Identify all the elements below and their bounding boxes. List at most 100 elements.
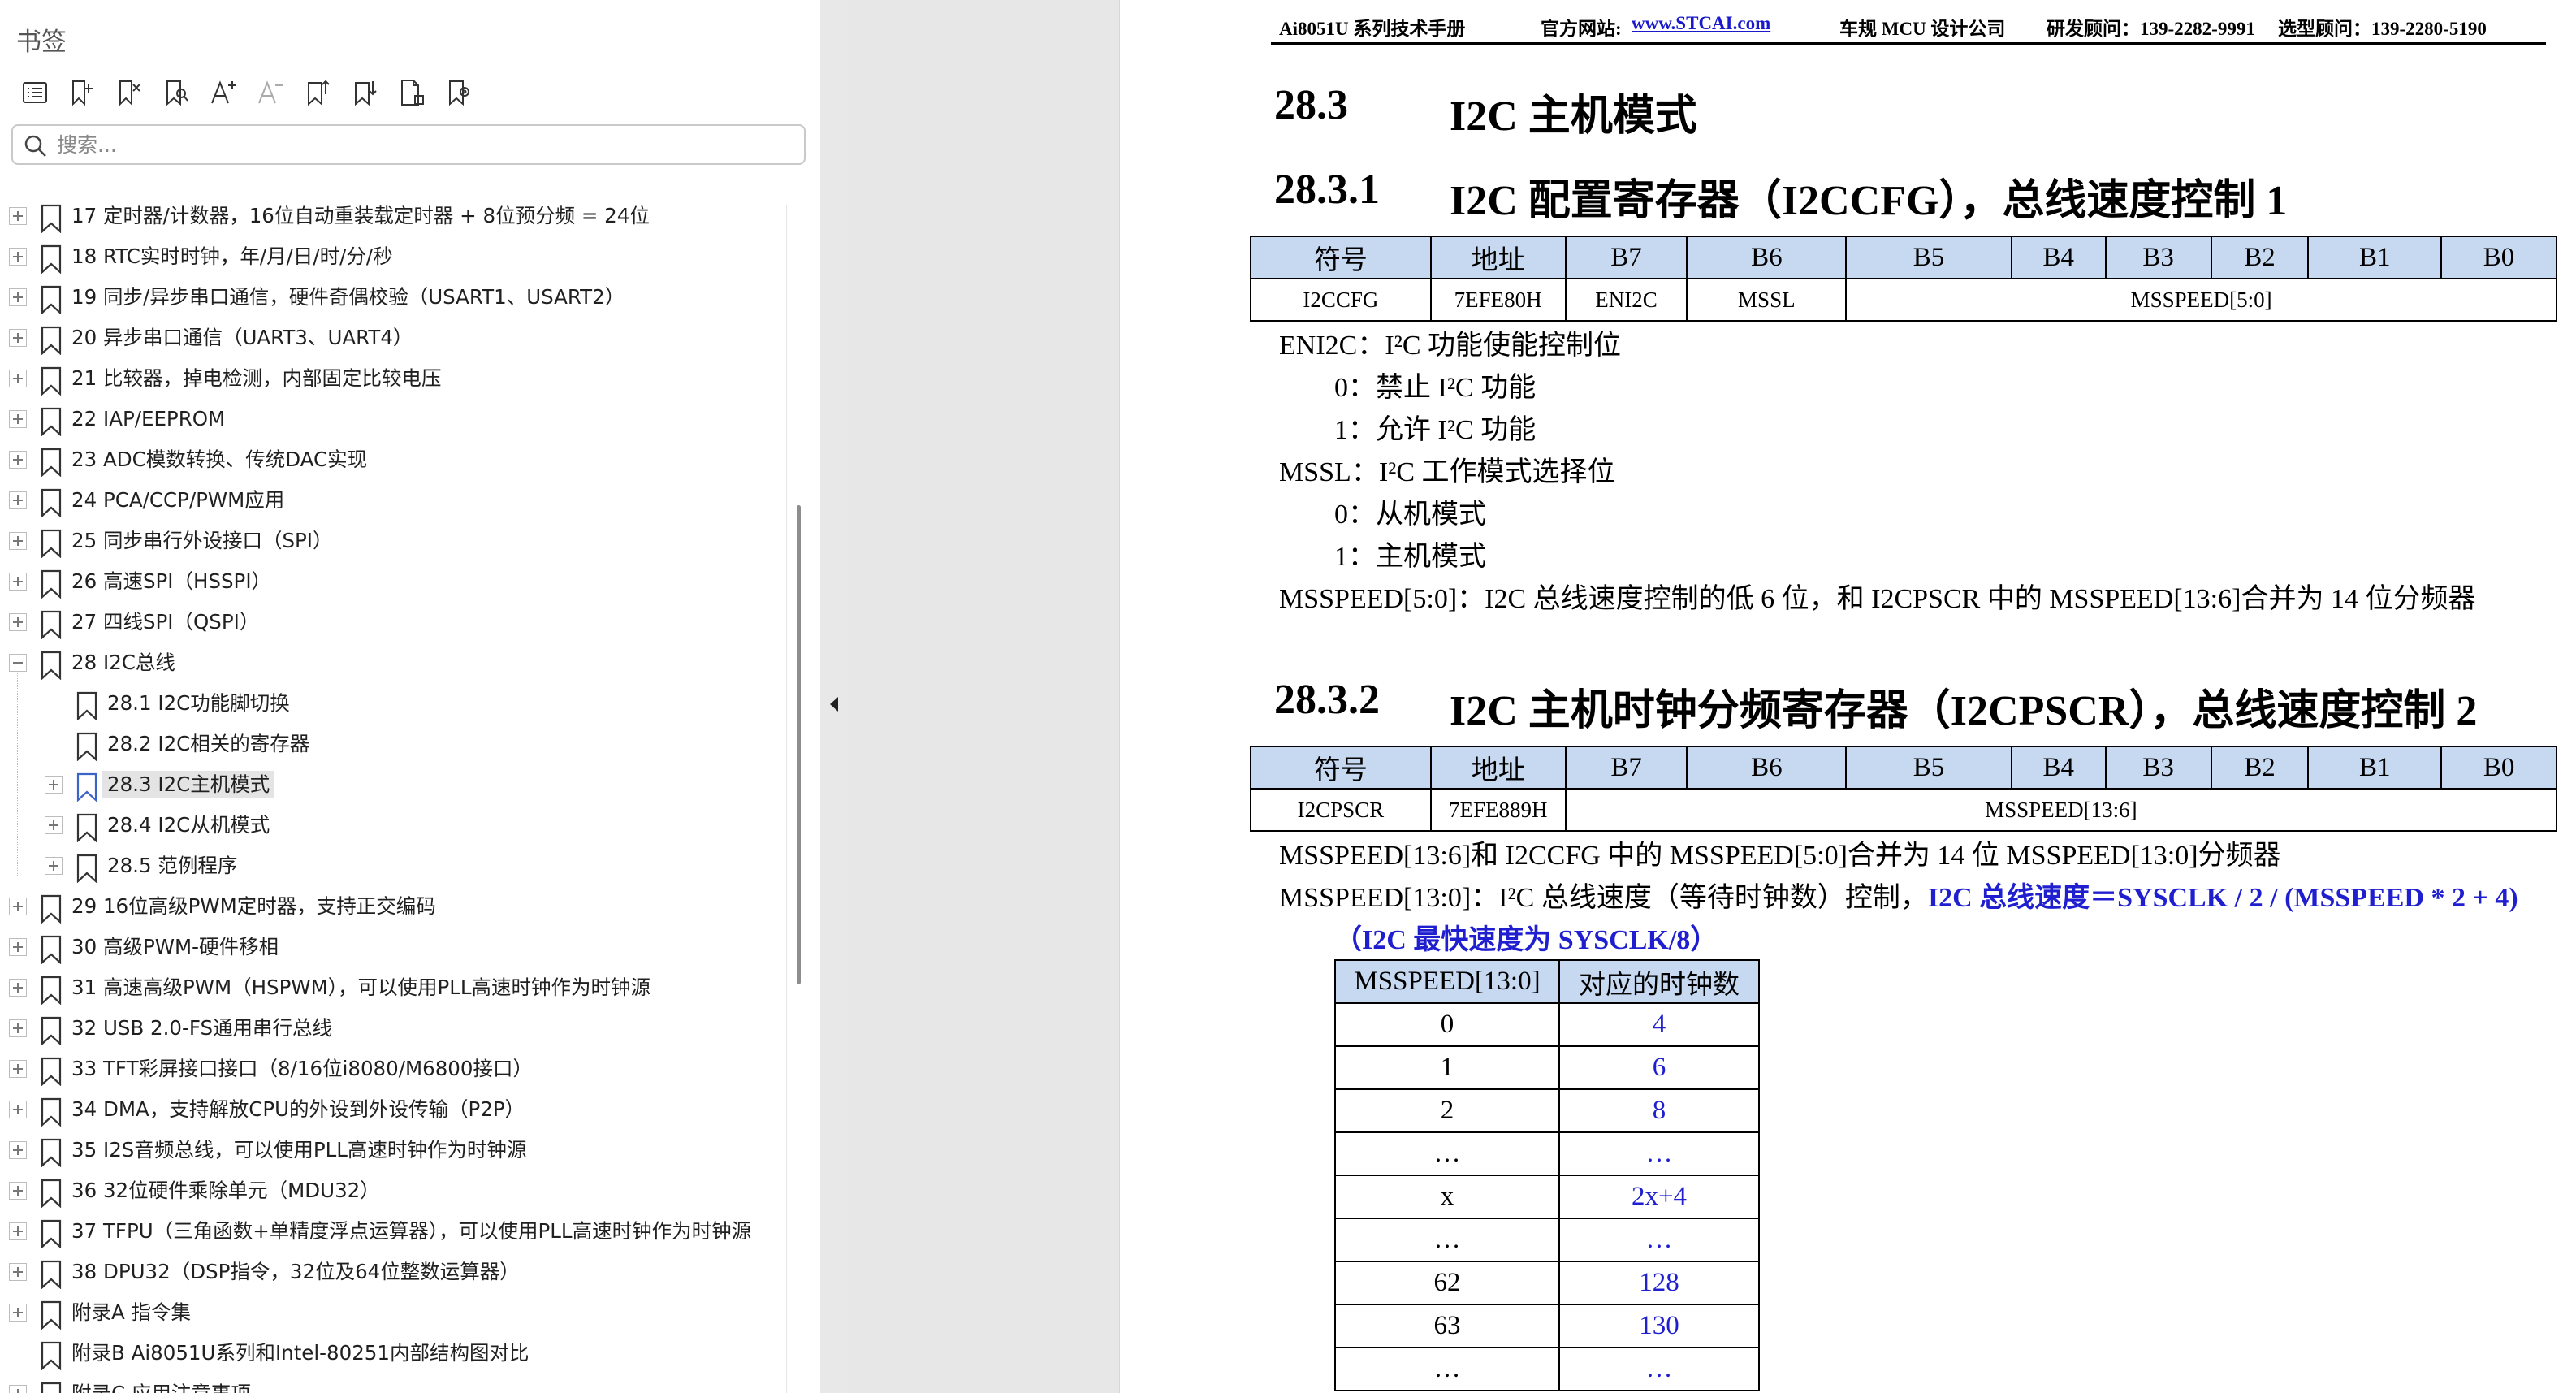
bookmark-item[interactable]: 附录B Ai8051U系列和Intel-80251内部结构图对比 [0,1334,780,1374]
expand-plus-icon[interactable] [9,1101,27,1118]
bookmark-item[interactable]: 23 ADC模数转换、传统DAC实现 [0,440,780,481]
expand-plus-icon[interactable] [9,1385,27,1393]
bookmark-item[interactable]: 27 四线SPI（QSPI） [0,603,780,643]
font-decrease-icon[interactable] [247,71,294,114]
expand-plus-icon[interactable] [9,1019,27,1037]
bookmark-icon [75,854,99,883]
expand-plus-icon[interactable] [9,370,27,387]
expand-plus-icon[interactable] [9,532,27,550]
bookmark-subitem[interactable]: 28.2 I2C相关的寄存器 [0,725,780,765]
bookmark-settings-icon[interactable] [435,71,482,114]
header-site-link[interactable]: www.STCAI.com [1632,13,1770,34]
table-header-cell: MSSPEED[13:0] [1334,959,1560,1004]
bookmark-item[interactable]: 36 32位硬件乘除单元（MDU32） [0,1171,780,1212]
expand-plus-icon[interactable] [9,1182,27,1200]
clock-count-value: 8 [1558,1088,1760,1133]
expand-plus-icon[interactable] [9,410,27,428]
bookmark-item[interactable]: 26 高速SPI（HSSPI） [0,562,780,603]
bookmark-properties-icon[interactable] [388,71,435,114]
bookmark-icon [39,326,63,355]
bookmark-subitem[interactable]: 28.1 I2C功能脚切换 [0,684,780,725]
bookmark-list-icon[interactable] [11,71,58,114]
bookmark-item[interactable]: 17 定时器/计数器，16位自动重装载定时器 + 8位预分频 = 24位 [0,197,780,237]
bookmark-icon [39,1300,63,1330]
bookmark-pane: 书签 搜索... 17 定时器/计数器，16位自动重装载定时器 + 8位预分频 … [0,0,820,1393]
bookmark-label: 36 32位硬件乘除单元（MDU32） [71,1179,380,1202]
desc-msspeed-low: MSSPEED[5:0]：I2C 总线速度控制的低 6 位，和 I2CPSCR … [1279,584,2476,614]
expand-plus-icon[interactable] [9,1060,27,1078]
expand-plus-icon[interactable] [9,451,27,469]
table-header-cell: B1 [2307,746,2443,790]
bookmark-search-box[interactable] [11,124,806,165]
collapse-minus-icon[interactable] [9,654,27,672]
table-header-cell: B2 [2210,746,2310,790]
delete-bookmark-icon[interactable] [106,71,153,114]
bookmark-item[interactable]: 32 USB 2.0-FS通用串行总线 [0,1009,780,1049]
bookmark-item[interactable]: 24 PCA/CCP/PWM应用 [0,481,780,521]
expand-plus-icon[interactable] [9,1304,27,1322]
bookmark-icon [39,366,63,396]
expand-all-icon[interactable] [294,71,341,114]
bookmark-label: 25 同步串行外设接口（SPI） [71,529,333,552]
bookmark-icon [39,448,63,477]
expand-plus-icon[interactable] [9,1222,27,1240]
table-row: 63 130 [1334,1304,1760,1348]
bookmark-label: 31 高速高级PWM（HSPWM），可以使用PLL高速时钟作为时钟源 [71,976,651,999]
bookmark-item[interactable]: 28 I2C总线 [0,643,780,684]
search-input[interactable] [57,130,788,159]
expand-plus-icon[interactable] [9,979,27,997]
table-header-cell: B4 [2010,746,2107,790]
heading-number: 28.3 [1274,82,1348,128]
collapse-all-icon[interactable] [341,71,388,114]
clock-count-value: 2x+4 [1558,1175,1760,1219]
add-bookmark-icon[interactable] [58,71,106,114]
expand-plus-icon[interactable] [9,898,27,915]
bookmark-label: 28.2 I2C相关的寄存器 [107,732,310,755]
table-header-cell: B5 [1845,746,2012,790]
expand-plus-icon[interactable] [45,857,63,875]
bookmark-item[interactable]: 21 比较器，掉电检测，内部固定比较电压 [0,359,780,400]
table-header-row: MSSPEED[13:0] 对应的时钟数 [1334,959,1760,1004]
expand-plus-icon[interactable] [9,1263,27,1281]
bookmark-item[interactable]: 37 TFPU（三角函数+单精度浮点运算器），可以使用PLL高速时钟作为时钟源 [0,1212,780,1252]
bookmark-label: 27 四线SPI（QSPI） [71,610,260,634]
bookmark-item[interactable]: 29 16位高级PWM定时器，支持正交编码 [0,887,780,928]
find-bookmark-icon[interactable] [153,71,200,114]
expand-plus-icon[interactable] [9,613,27,631]
bookmark-item[interactable]: 20 异步串口通信（UART3、UART4） [0,318,780,359]
bookmark-item[interactable]: 附录C 应用注意事项 [0,1374,780,1393]
bookmark-label: 28.4 I2C从机模式 [107,813,270,837]
msspeed-value: … [1334,1218,1560,1262]
bookmark-subitem[interactable]: 28.3 I2C主机模式 [0,765,780,806]
font-increase-icon[interactable] [200,71,247,114]
expand-plus-icon[interactable] [45,776,63,794]
expand-plus-icon[interactable] [9,573,27,591]
expand-plus-icon[interactable] [45,816,63,834]
bookmark-icon [39,894,63,924]
expand-plus-icon[interactable] [9,1141,27,1159]
expand-plus-icon[interactable] [9,207,27,225]
bookmark-item[interactable]: 35 I2S音频总线，可以使用PLL高速时钟作为时钟源 [0,1131,780,1171]
bookmark-item[interactable]: 19 同步/异步串口通信，硬件奇偶校验（USART1、USART2） [0,278,780,318]
bookmark-label: 附录C 应用注意事项 [71,1380,251,1393]
expand-plus-icon[interactable] [9,329,27,347]
bookmark-item[interactable]: 附录A 指令集 [0,1293,780,1334]
bookmark-scrollbar-thumb[interactable] [797,505,801,984]
expand-plus-icon[interactable] [9,938,27,956]
bookmark-subitem[interactable]: 28.4 I2C从机模式 [0,806,780,846]
bookmark-item[interactable]: 25 同步串行外设接口（SPI） [0,521,780,562]
bookmark-item[interactable]: 30 高级PWM-硬件移相 [0,928,780,968]
bookmark-icon [39,285,63,314]
expand-plus-icon[interactable] [9,491,27,509]
bookmark-item[interactable]: 22 IAP/EEPROM [0,400,780,440]
expand-plus-icon[interactable] [9,288,27,306]
collapse-pane-button[interactable] [823,692,845,716]
bookmark-item[interactable]: 18 RTC实时时钟，年/月/日/时/分/秒 [0,237,780,278]
bookmark-subitem[interactable]: 28.5 范例程序 [0,846,780,887]
bookmark-item[interactable]: 33 TFT彩屏接口接口（8/16位i8080/M6800接口） [0,1049,780,1090]
table-row: …… [1334,1218,1760,1262]
expand-plus-icon[interactable] [9,248,27,266]
bookmark-item[interactable]: 38 DPU32（DSP指令，32位及64位整数运算器） [0,1252,780,1293]
bookmark-item[interactable]: 31 高速高级PWM（HSPWM），可以使用PLL高速时钟作为时钟源 [0,968,780,1009]
bookmark-item[interactable]: 34 DMA，支持解放CPU的外设到外设传输（P2P） [0,1090,780,1131]
